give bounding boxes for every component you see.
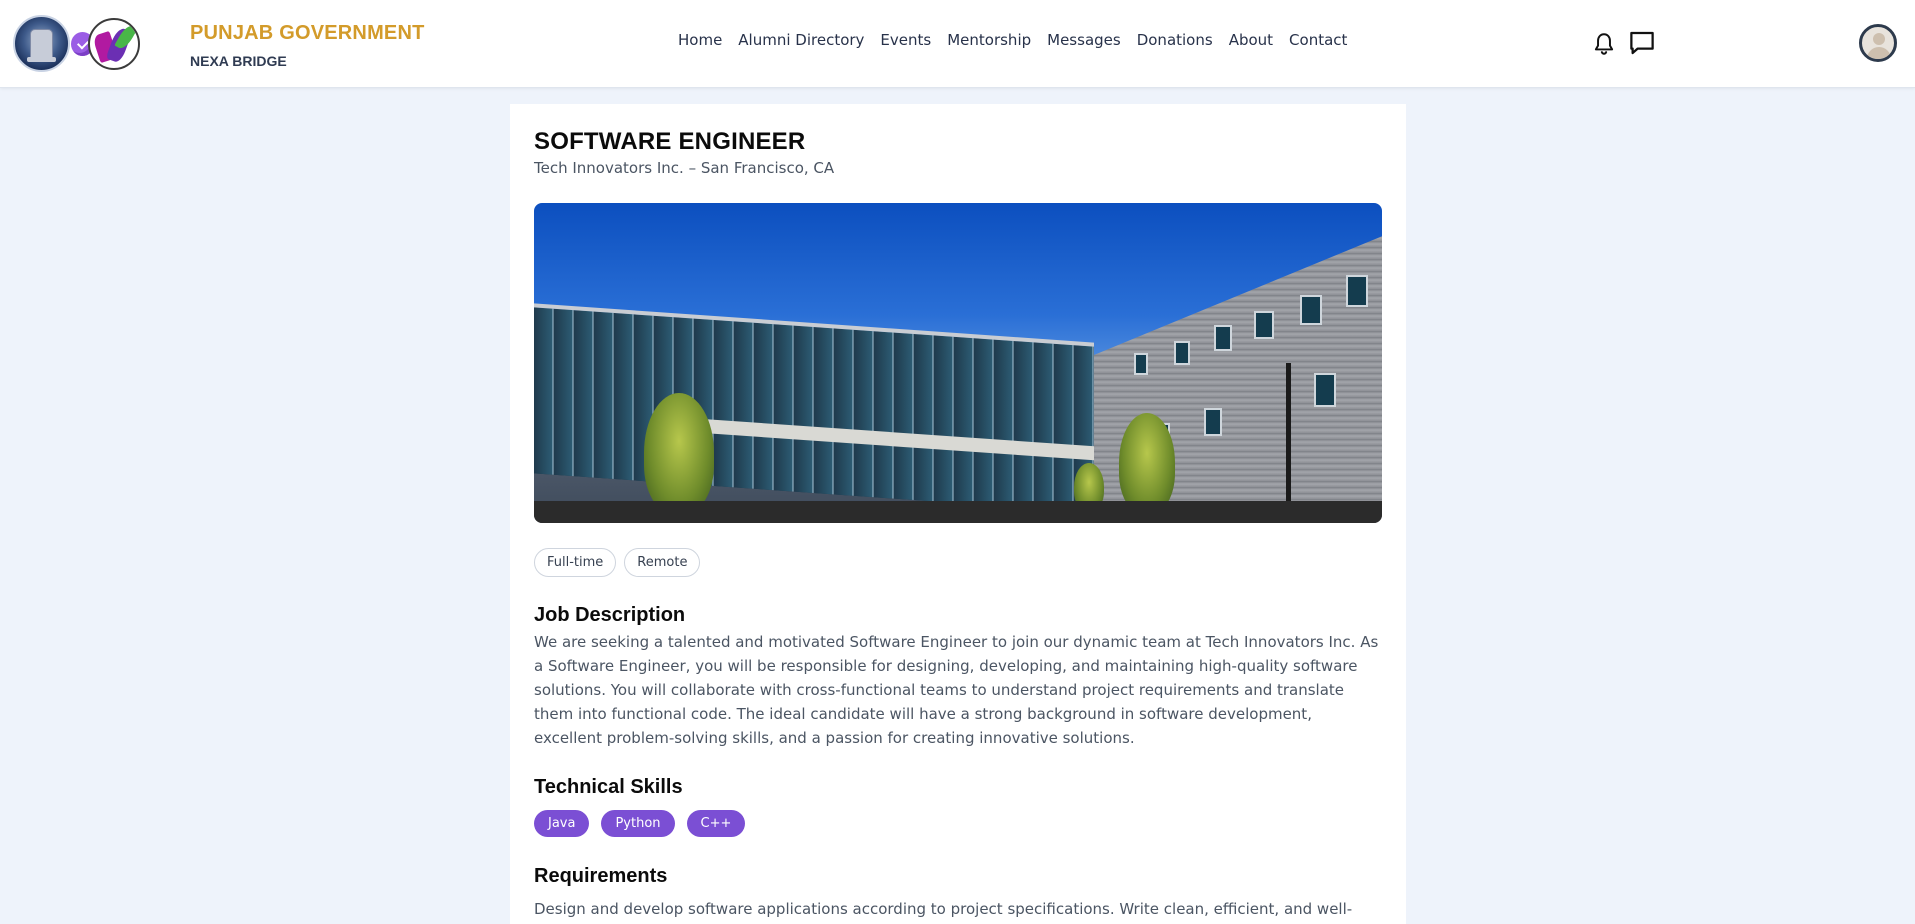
job-company-location: Tech Innovators Inc. – San Francisco, CA bbox=[534, 159, 835, 177]
job-title: SOFTWARE ENGINEER bbox=[534, 128, 806, 155]
emblem-base-icon bbox=[27, 57, 56, 62]
nav-donations[interactable]: Donations bbox=[1137, 31, 1213, 49]
skills-list: Java Python C++ bbox=[534, 810, 746, 837]
job-description-heading: Job Description bbox=[534, 604, 686, 626]
emblem-shield-icon bbox=[30, 29, 53, 59]
nav-about[interactable]: About bbox=[1229, 31, 1273, 49]
top-header: PUNJAB GOVERNMENT NEXA BRIDGE Home Alumn… bbox=[0, 0, 1915, 88]
job-tags: Full-time Remote bbox=[534, 548, 701, 577]
skill-java[interactable]: Java bbox=[534, 810, 590, 837]
glass-building-facade bbox=[534, 303, 1094, 513]
nav-events[interactable]: Events bbox=[880, 31, 931, 49]
brand-title: PUNJAB GOVERNMENT bbox=[190, 22, 425, 44]
office-building-photo bbox=[534, 203, 1382, 523]
notifications-button[interactable] bbox=[1588, 28, 1620, 60]
tag-remote[interactable]: Remote bbox=[624, 548, 701, 577]
government-emblem-logo[interactable] bbox=[13, 15, 70, 72]
user-avatar[interactable] bbox=[1859, 24, 1897, 62]
nav-home[interactable]: Home bbox=[678, 31, 722, 49]
skill-cpp[interactable]: C++ bbox=[686, 810, 746, 837]
nav-mentorship[interactable]: Mentorship bbox=[947, 31, 1031, 49]
chat-icon bbox=[1630, 31, 1654, 55]
tag-full-time[interactable]: Full-time bbox=[534, 548, 617, 577]
skill-python[interactable]: Python bbox=[601, 810, 675, 837]
nav-messages[interactable]: Messages bbox=[1047, 31, 1121, 49]
nav-alumni-directory[interactable]: Alumni Directory bbox=[738, 31, 864, 49]
requirements-text: Design and develop software applications… bbox=[534, 900, 1353, 918]
job-description-text: We are seeking a talented and motivated … bbox=[534, 633, 1379, 747]
nexa-bridge-logo[interactable] bbox=[88, 18, 140, 70]
technical-skills-heading: Technical Skills bbox=[534, 776, 683, 798]
messages-button[interactable] bbox=[1626, 27, 1658, 59]
brand-subtitle: NEXA BRIDGE bbox=[190, 53, 287, 69]
job-detail-card: SOFTWARE ENGINEER Tech Innovators Inc. –… bbox=[510, 104, 1406, 924]
requirements-heading: Requirements bbox=[534, 865, 668, 887]
main-nav: Home Alumni Directory Events Mentorship … bbox=[678, 31, 1363, 49]
nav-contact[interactable]: Contact bbox=[1289, 31, 1347, 49]
bell-icon bbox=[1594, 33, 1614, 55]
